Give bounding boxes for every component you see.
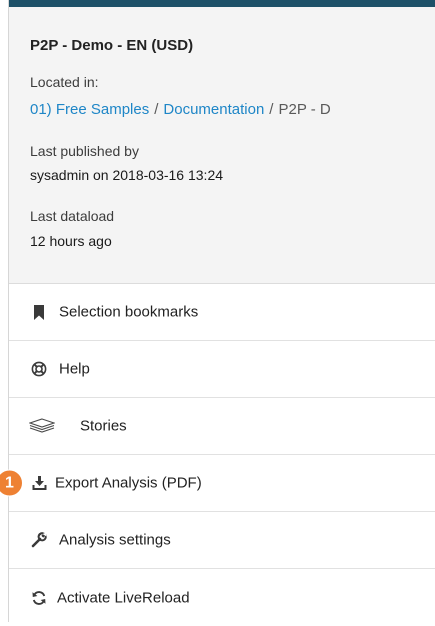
menu-item-analysis-settings[interactable]: Analysis settings	[9, 512, 435, 569]
last-dataload-value: 12 hours ago	[30, 233, 112, 249]
menu-item-selection-bookmarks[interactable]: Selection bookmarks	[9, 284, 435, 341]
menu-item-label: Activate LiveReload	[57, 589, 190, 606]
refresh-icon	[31, 590, 47, 606]
menu-item-export-analysis[interactable]: 1 Export Analysis (PDF)	[0, 455, 435, 512]
app-menu: Selection bookmarks Help Stories 1 Expor…	[0, 284, 435, 626]
wrench-icon	[31, 532, 47, 548]
menu-item-label: Help	[59, 360, 90, 378]
menu-item-label: Analysis settings	[59, 531, 171, 549]
menu-item-stories[interactable]: Stories	[9, 398, 435, 455]
last-published-label: Last published by	[30, 143, 139, 159]
breadcrumb-current: P2P - D	[278, 101, 331, 118]
located-in-label: Located in:	[30, 74, 99, 90]
app-title: P2P - Demo - EN (USD)	[30, 37, 194, 54]
lifebuoy-icon	[31, 361, 47, 377]
app-info-section: P2P - Demo - EN (USD) Located in: 01) Fr…	[9, 7, 435, 284]
app-details-panel: P2P - Demo - EN (USD) Located in: 01) Fr…	[0, 0, 435, 626]
breadcrumb-separator: /	[154, 101, 159, 118]
menu-item-label: Stories	[80, 417, 127, 435]
breadcrumb: 01) Free Samples / Documentation / P2P - D	[30, 101, 435, 118]
bookmark-icon	[31, 304, 47, 320]
download-icon	[31, 475, 47, 491]
menu-item-activate-livereload[interactable]: Activate LiveReload	[9, 569, 435, 626]
last-dataload-label: Last dataload	[30, 208, 115, 224]
stack-layers-icon	[29, 418, 55, 434]
breadcrumb-link-documentation[interactable]: Documentation	[163, 101, 264, 118]
step-callout-badge: 1	[0, 469, 23, 497]
last-published-value: sysadmin on 2018-03-16 13:24	[30, 167, 224, 183]
top-accent-bar	[9, 0, 435, 7]
menu-item-label: Export Analysis (PDF)	[55, 474, 202, 492]
menu-item-help[interactable]: Help	[9, 341, 435, 398]
breadcrumb-separator: /	[269, 101, 274, 118]
menu-item-label: Selection bookmarks	[59, 303, 199, 321]
breadcrumb-link-free-samples[interactable]: 01) Free Samples	[30, 101, 149, 118]
